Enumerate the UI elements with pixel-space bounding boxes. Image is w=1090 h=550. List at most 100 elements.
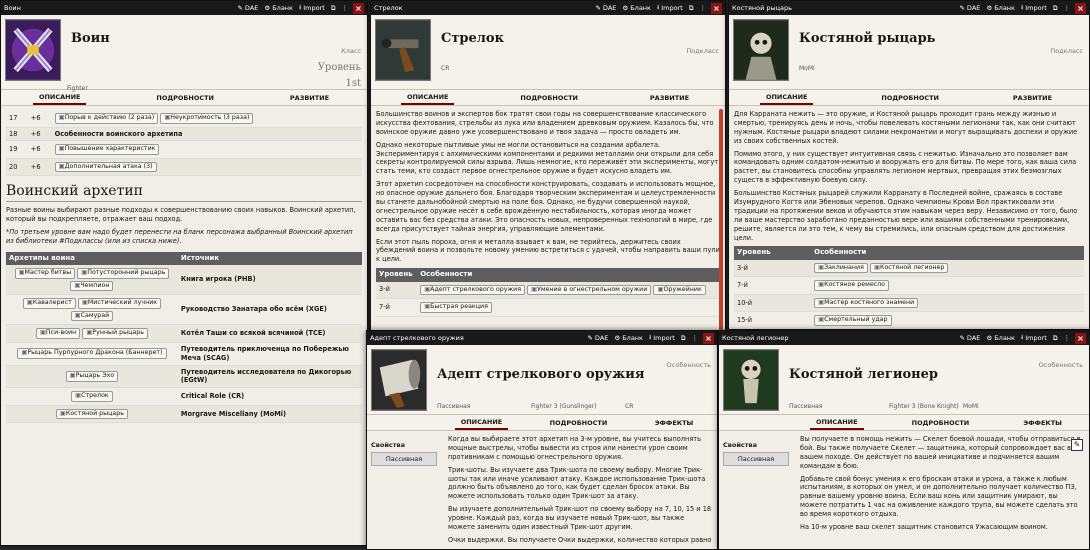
sheet-button[interactable]: ⚙ Бланк <box>986 334 1015 342</box>
close-icon[interactable]: × <box>1075 332 1086 344</box>
paragraph: Большинство Костяных рыцарей служили Кар… <box>734 189 1078 242</box>
popout-icon[interactable]: ⧉ <box>689 4 694 13</box>
menu-icon[interactable]: ⋮ <box>1064 334 1071 342</box>
titlebar[interactable]: Стрелок ✎ DAE ⚙ Бланк ⭳ Import ⧉ ⋮ × <box>371 1 725 15</box>
item-link[interactable]: Мастер костяного знамени <box>814 297 919 309</box>
dae-button[interactable]: ✎ DAE <box>595 4 616 12</box>
paragraph: Когда вы выбираете этот архетип на 3-м у… <box>448 435 702 461</box>
item-link[interactable]: Оружейник <box>653 284 706 296</box>
tab-effects[interactable]: ЭФФЕКТЫ <box>1017 417 1068 429</box>
menu-icon[interactable]: ⋮ <box>692 334 699 342</box>
item-link[interactable]: Стрелок <box>71 391 113 402</box>
item-link[interactable]: Рыцарь Эхо <box>65 371 119 382</box>
popout-icon[interactable]: ⧉ <box>331 4 336 13</box>
table-row: 20+6Дополнительная атака (3) <box>6 158 362 177</box>
tab-description[interactable]: ОПИСАНИЕ <box>454 416 509 430</box>
table-row: 3-йАдепт стрелкового оружия Умение в огн… <box>376 281 720 300</box>
item-link[interactable]: Кавалерист <box>22 298 76 309</box>
dae-button[interactable]: ✎ DAE <box>959 4 980 12</box>
item-link[interactable]: Костяной легионер <box>870 262 949 274</box>
item-link[interactable]: Умение в огнестрельном оружии <box>527 284 652 296</box>
item-link[interactable]: Дополнительная атака (3) <box>54 161 157 173</box>
sheet-button[interactable]: ⚙ Бланк <box>614 334 643 342</box>
features-cell: Повышение характеристик <box>51 140 362 159</box>
scrollbar[interactable] <box>719 109 723 339</box>
fighter-portrait <box>5 19 61 81</box>
tab-description[interactable]: ОПИСАНИЕ <box>400 91 455 105</box>
edit-icon[interactable]: ✎ <box>1071 439 1083 451</box>
tab-advancement[interactable]: РАЗВИТИЕ <box>1007 92 1058 104</box>
item-link[interactable]: Самурай <box>70 310 114 322</box>
tab-description[interactable]: ОПИСАНИЕ <box>810 416 864 430</box>
item-link[interactable]: Заклинания <box>814 262 868 274</box>
sheet-button[interactable]: ⚙ Бланк <box>622 4 651 12</box>
tab-details[interactable]: ПОДРОБНОСТИ <box>150 92 220 104</box>
paragraph: Для Карраната нежить — это оружие, и Кос… <box>734 110 1078 145</box>
tab-advancement[interactable]: РАЗВИТИЕ <box>644 92 695 104</box>
table-row: 7-йБыстрая реакция <box>376 298 720 317</box>
popout-icon[interactable]: ⧉ <box>1053 334 1058 343</box>
import-button[interactable]: ⭳ Import <box>299 3 325 14</box>
item-link[interactable]: Адепт стрелкового оружия <box>420 284 525 296</box>
item-link[interactable]: Смертельный удар <box>814 315 892 326</box>
table-row: Костяной рыцарь Morgrave Miscellany (MoM… <box>6 405 362 424</box>
level-table: УровеньОсобенности3-йАдепт стрелкового о… <box>376 268 720 317</box>
activation-label: Пассивная <box>789 403 823 410</box>
import-button[interactable]: ⭳ Import <box>1021 333 1047 344</box>
source-cell: Путеводитель исследователя по Дикогорью … <box>177 365 362 389</box>
item-link[interactable]: Мастер битвы <box>14 268 76 279</box>
close-icon[interactable]: × <box>703 332 714 344</box>
column-header: Архетипы воина <box>6 251 178 266</box>
level-cell: 3-й <box>376 281 418 300</box>
features-cell: Мастер костяного знамени <box>811 294 1084 313</box>
close-icon[interactable]: × <box>353 2 364 14</box>
sheet-button[interactable]: ⚙ Бланк <box>986 4 1015 12</box>
level-cell: 7-й <box>734 276 812 295</box>
tab-effects[interactable]: ЭФФЕКТЫ <box>649 417 700 429</box>
item-link[interactable]: Костяное ремесло <box>814 280 890 291</box>
import-button[interactable]: ⭳ Import <box>1021 3 1047 14</box>
item-link[interactable]: Неукротимость (3 раза) <box>160 113 254 124</box>
window-title: Адепт стрелкового оружия <box>370 334 464 342</box>
archetype-cell: Кавалерист Мистический лучник Самурай <box>6 294 178 326</box>
menu-icon[interactable]: ⋮ <box>1064 4 1071 12</box>
item-link[interactable]: Порыв к действию (2 раза) <box>54 113 159 124</box>
titlebar[interactable]: Адепт стрелкового оружия ✎ DAE ⚙ Бланк ⭳… <box>367 331 717 345</box>
dae-button[interactable]: ✎ DAE <box>587 334 608 342</box>
item-link[interactable]: Пси-воин <box>35 328 81 339</box>
tab-advancement[interactable]: РАЗВИТИЕ <box>284 92 335 104</box>
dae-button[interactable]: ✎ DAE <box>959 334 980 342</box>
paragraph: Большинство воинов и экспертов бок тратя… <box>376 110 714 136</box>
archetype-cell: Рыцарь Эхо <box>6 365 178 389</box>
titlebar[interactable]: Костяной рыцарь ✎ DAE ⚙ Бланк ⭳ Import ⧉… <box>729 1 1089 15</box>
import-button[interactable]: ⭳ Import <box>657 3 683 14</box>
import-button[interactable]: ⭳ Import <box>649 333 675 344</box>
item-link[interactable]: Мистический лучник <box>77 298 162 309</box>
tab-description[interactable]: ОПИСАНИЕ <box>759 91 814 105</box>
menu-icon[interactable]: ⋮ <box>700 4 707 12</box>
tab-description[interactable]: ОПИСАНИЕ <box>32 91 87 105</box>
item-link[interactable]: Потусторонний рыцарь <box>77 268 170 279</box>
popout-icon[interactable]: ⧉ <box>1053 4 1058 13</box>
item-link[interactable]: Повышение характеристик <box>54 144 160 155</box>
dae-button[interactable]: ✎ DAE <box>237 4 258 12</box>
close-icon[interactable]: × <box>711 2 722 14</box>
description-body: Для Карраната нежить — это оружие, и Кос… <box>729 106 1089 329</box>
popout-icon[interactable]: ⧉ <box>681 334 686 343</box>
menu-icon[interactable]: ⋮ <box>342 4 349 12</box>
close-icon[interactable]: × <box>1075 2 1086 14</box>
skeleton-portrait <box>723 349 779 411</box>
item-link[interactable]: Рунный рыцарь <box>82 328 148 339</box>
paragraph: Трик-шоты. Вы изучаете два Трик-шота по … <box>448 465 706 501</box>
tab-details[interactable]: ПОДРОБНОСТИ <box>514 92 584 104</box>
tab-details[interactable]: ПОДРОБНОСТИ <box>875 92 945 104</box>
tab-details[interactable]: ПОДРОБНОСТИ <box>544 417 614 429</box>
item-link[interactable]: Костяной рыцарь <box>55 408 128 420</box>
item-link[interactable]: Чемпион <box>70 280 114 292</box>
titlebar[interactable]: Костяной легионер ✎ DAE ⚙ Бланк ⭳ Import… <box>719 331 1089 345</box>
sheet-button[interactable]: ⚙ Бланк <box>264 4 293 12</box>
item-link[interactable]: Быстрая реакция <box>420 302 492 313</box>
item-link[interactable]: Рыцарь Пурпурного Дракона (Баннерет) <box>17 348 167 359</box>
titlebar[interactable]: Воин ✎ DAE ⚙ Бланк ⭳ Import ⧉ ⋮ × <box>1 1 367 15</box>
tab-details[interactable]: ПОДРОБНОСТИ <box>906 417 976 429</box>
